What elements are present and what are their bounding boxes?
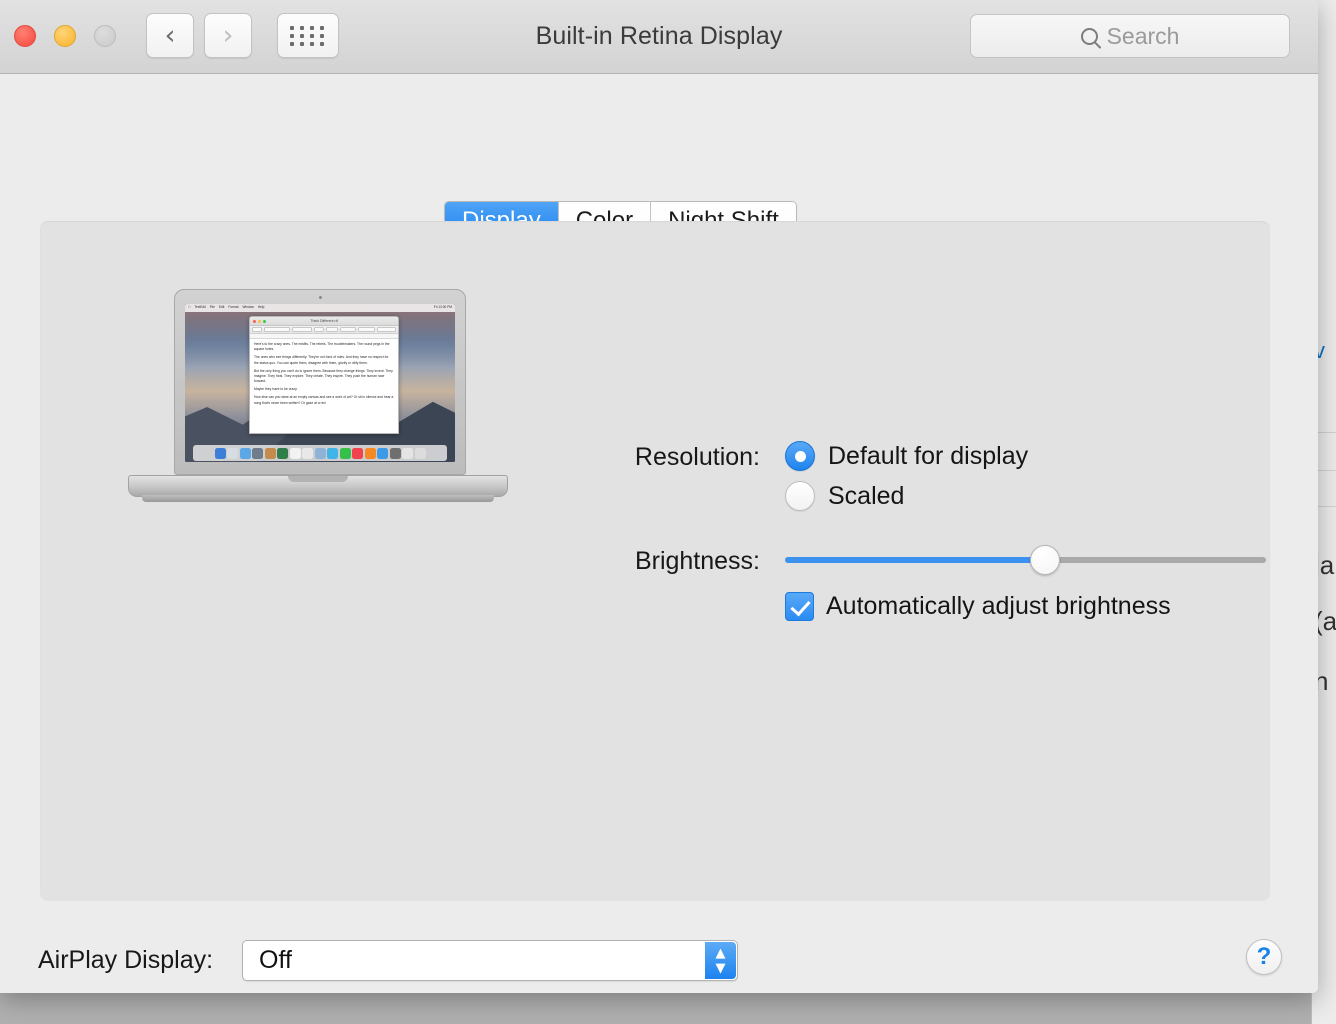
dock-item-icon — [352, 447, 363, 459]
menubar-clock: Fri 12:00 PM — [433, 305, 452, 310]
radio-scaled[interactable] — [785, 481, 815, 511]
laptop-foot — [142, 495, 494, 502]
airplay-display-select[interactable]: Off ▲ ▼ — [242, 940, 738, 981]
textedit-document-title: Think Different.rtf — [310, 319, 338, 323]
search-input[interactable]: Search — [970, 14, 1290, 58]
stepper-updown-icon[interactable]: ▲ ▼ — [705, 942, 736, 979]
laptop-trackpad-notch — [288, 476, 348, 482]
dock-item-icon — [389, 447, 401, 459]
search-icon — [1080, 27, 1098, 45]
brightness-slider[interactable] — [785, 545, 1266, 575]
display-preview-illustration:  TextEdit File Edit Format Window Help … — [128, 289, 508, 519]
document-paragraph: How else can you stare at an empty canva… — [254, 395, 394, 405]
airplay-display-label: AirPlay Display: — [38, 946, 214, 974]
preview-textedit-window: Think Different.rtf Here's to the crazy … — [249, 316, 399, 434]
document-paragraph: Here's to the crazy ones. The misfits. T… — [254, 342, 390, 352]
system-preferences-window: ‹ › Built-in Retina Display Search Displ… — [0, 0, 1318, 993]
dock-item-icon — [252, 447, 263, 459]
dock-item-icon — [302, 447, 313, 459]
auto-adjust-brightness-checkbox[interactable] — [785, 592, 814, 621]
preview-menubar:  TextEdit File Edit Format Window Help … — [185, 304, 455, 312]
auto-adjust-brightness-label: Automatically adjust brightness — [826, 592, 1171, 620]
search-placeholder: Search — [1106, 22, 1180, 49]
auto-adjust-brightness-row[interactable]: Automatically adjust brightness — [785, 592, 1171, 621]
airplay-display-value: Off — [259, 946, 292, 974]
resolution-option-scaled[interactable]: Scaled — [785, 481, 904, 511]
dock-item-icon — [314, 447, 326, 459]
help-button[interactable]: ? — [1246, 939, 1282, 975]
dock-item-icon — [414, 447, 426, 459]
preview-dock — [193, 445, 447, 461]
menubar-menu-window: Window — [240, 305, 253, 310]
dock-item-icon — [227, 447, 238, 459]
window-body: Display Color Night Shift  TextEdit Fil… — [0, 74, 1318, 993]
dock-item-icon — [327, 447, 338, 459]
menubar-menu-edit: Edit — [216, 305, 225, 310]
chevron-down-icon: ▼ — [715, 960, 726, 976]
document-paragraph: The ones who see things differently. The… — [254, 355, 389, 365]
window-titlebar: ‹ › Built-in Retina Display Search — [0, 0, 1318, 74]
radio-default-for-display[interactable] — [785, 441, 815, 471]
textedit-toolbar — [250, 326, 398, 334]
apple-logo-icon:  — [188, 306, 190, 309]
menubar-menu-file: File — [207, 305, 215, 310]
dock-item-icon — [277, 447, 288, 459]
resolution-option-default[interactable]: Default for display — [785, 441, 1028, 471]
dock-item-icon — [264, 447, 276, 459]
help-question-icon: ? — [1256, 943, 1272, 970]
menubar-app-name: TextEdit — [192, 305, 205, 310]
menubar-menu-format: Format — [225, 305, 238, 310]
document-paragraph: Maybe they have to be crazy. — [254, 387, 298, 392]
menubar-menu-help: Help — [255, 305, 265, 310]
dock-item-icon — [289, 447, 301, 459]
dock-item-icon — [214, 447, 226, 459]
textedit-titlebar: Think Different.rtf — [250, 317, 398, 326]
dock-item-icon — [239, 447, 251, 459]
chevron-up-icon: ▲ — [715, 945, 726, 961]
laptop-screen:  TextEdit File Edit Format Window Help … — [185, 304, 455, 462]
slider-filled-track — [785, 557, 1045, 563]
laptop-base — [128, 475, 508, 497]
radio-default-label: Default for display — [828, 441, 1029, 470]
resolution-label: Resolution: — [634, 443, 760, 471]
textedit-document-body: Here's to the crazy ones. The misfits. T… — [250, 339, 398, 412]
dock-item-icon — [339, 447, 351, 459]
brightness-label: Brightness: — [634, 547, 760, 575]
laptop-lid:  TextEdit File Edit Format Window Help … — [174, 289, 466, 475]
dock-item-icon — [377, 447, 388, 459]
radio-scaled-label: Scaled — [828, 481, 905, 510]
slider-thumb[interactable] — [1029, 545, 1060, 575]
laptop-camera-icon — [318, 296, 322, 299]
display-settings-panel:  TextEdit File Edit Format Window Help … — [40, 221, 1270, 901]
dock-item-icon — [402, 447, 413, 459]
dock-item-icon — [364, 447, 376, 459]
document-paragraph: But the only thing you can't do is ignor… — [254, 368, 393, 384]
